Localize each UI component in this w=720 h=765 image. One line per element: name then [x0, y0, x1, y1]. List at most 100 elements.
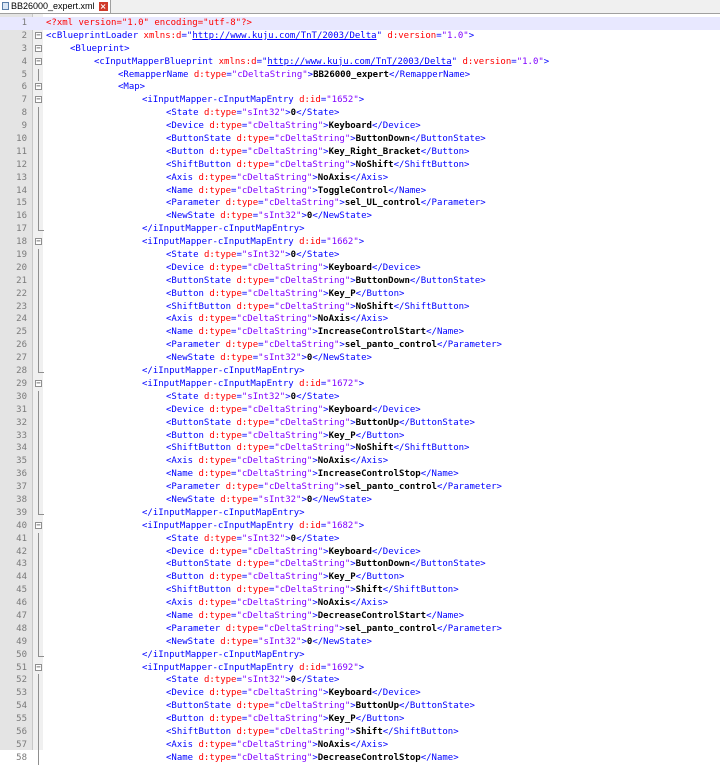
code-line[interactable]: 18− <iInputMapper-cInputMapEntry d:id="16…: [0, 236, 720, 249]
code-line[interactable]: 34 <ShiftButton d:type="cDeltaString">NoS…: [0, 442, 720, 456]
code-line[interactable]: 54 <ButtonState d:type="cDeltaString">But…: [0, 700, 720, 714]
token-val: "cDeltaString": [247, 572, 324, 583]
token-tag: </ShiftButton>: [393, 301, 470, 312]
fold-toggle-icon[interactable]: −: [35, 521, 42, 529]
code-line[interactable]: 11 <Button d:type="cDeltaString">Key_Righ…: [0, 145, 720, 159]
line-number: 48: [16, 623, 27, 634]
code-line[interactable]: 51− <iInputMapper-cInputMapEntry d:id="16…: [0, 662, 720, 675]
code-text: <?xml version="1.0" encoding="utf-8"?>: [46, 17, 252, 30]
fold-toggle-icon[interactable]: −: [35, 663, 42, 671]
code-line[interactable]: 50 </iInputMapper-cInputMapEntry>: [0, 648, 720, 662]
code-line[interactable]: 26 <Parameter d:type="cDeltaString">sel_p…: [0, 339, 720, 353]
file-tab[interactable]: BB26000_expert.xml ×: [0, 0, 111, 13]
line-number: 24: [16, 314, 27, 325]
token-tag: <Name: [166, 327, 199, 338]
code-line[interactable]: 47 <Name d:type="cDeltaString">DecreaseCo…: [0, 609, 720, 623]
code-line[interactable]: 5 <RemapperName d:type="cDeltaString">BB2…: [0, 68, 720, 82]
token-tag: </State>: [296, 391, 340, 402]
code-line[interactable]: 43 <ButtonState d:type="cDeltaString">But…: [0, 558, 720, 572]
code-line[interactable]: 42 <Device d:type="cDeltaString">Keyboard…: [0, 545, 720, 559]
code-line[interactable]: 37 <Parameter d:type="cDeltaString">sel_p…: [0, 481, 720, 494]
code-line[interactable]: 29− <iInputMapper-cInputMapEntry d:id="16…: [0, 378, 720, 391]
code-line[interactable]: 45 <ShiftButton d:type="cDeltaString">Shi…: [0, 584, 720, 598]
code-line[interactable]: 31 <Device d:type="cDeltaString">Keyboard…: [0, 403, 720, 417]
fold-toggle-icon[interactable]: −: [35, 83, 42, 91]
code-line[interactable]: 17 </iInputMapper-cInputMapEntry>: [0, 223, 720, 236]
token-attr: d:type: [209, 262, 242, 273]
token-txt: sel_panto_control: [344, 623, 437, 634]
token-tag: </Device>: [371, 688, 421, 699]
code-text: <State d:type="sInt32">0</State>: [166, 391, 339, 404]
fold-toggle-icon[interactable]: −: [35, 379, 42, 387]
code-line[interactable]: 22 <Button d:type="cDeltaString">Key_P</B…: [0, 287, 720, 301]
code-line[interactable]: 7− <iInputMapper-cInputMapEntry d:id="165…: [0, 94, 720, 107]
code-line[interactable]: 1 <?xml version="1.0" encoding="utf-8"?>: [0, 17, 720, 30]
code-line[interactable]: 8 <State d:type="sInt32">0</State>: [0, 107, 720, 121]
code-line[interactable]: 55 <Button d:type="cDeltaString">Key_P</B…: [0, 713, 720, 726]
code-line[interactable]: 21 <ButtonState d:type="cDeltaString">But…: [0, 274, 720, 288]
code-editor[interactable]: 1 <?xml version="1.0" encoding="utf-8"?> 2…: [0, 14, 720, 765]
token-val: "cDeltaString": [274, 726, 351, 737]
code-line[interactable]: 44 <Button d:type="cDeltaString">Key_P</B…: [0, 571, 720, 585]
code-line[interactable]: 13 <Axis d:type="cDeltaString">NoAxis</Ax…: [0, 171, 720, 185]
code-line[interactable]: 19 <State d:type="sInt32">0</State>: [0, 249, 720, 262]
token-link[interactable]: http://www.kuju.com/TnT/2003/Delta: [192, 31, 376, 41]
token-attr: d:type: [198, 456, 232, 467]
code-line[interactable]: 46 <Axis d:type="cDeltaString">NoAxis</Ax…: [0, 597, 720, 610]
code-line[interactable]: 48 <Parameter d:type="cDeltaString">sel_p…: [0, 622, 720, 636]
token-tag: </NewState>: [312, 211, 372, 222]
line-number: 56: [16, 726, 27, 737]
code-line[interactable]: 24 <Axis d:type="cDeltaString">NoAxis</Ax…: [0, 313, 720, 327]
token-attr: d:type: [203, 675, 237, 686]
code-line[interactable]: 20 <Device d:type="cDeltaString">Keyboard…: [0, 261, 720, 275]
code-line[interactable]: 49 <NewState d:type="sInt32">0</NewState>: [0, 635, 720, 649]
code-line[interactable]: 14 <Name d:type="cDeltaString">ToggleCont…: [0, 184, 720, 198]
code-line[interactable]: 32 <ButtonState d:type="cDeltaString">But…: [0, 416, 720, 430]
code-line[interactable]: 38 <NewState d:type="sInt32">0</NewState>: [0, 493, 720, 507]
token-val: "sInt32": [258, 353, 302, 364]
code-line[interactable]: 52 <State d:type="sInt32">0</State>: [0, 674, 720, 688]
fold-line: [38, 700, 39, 714]
code-line[interactable]: 12 <ShiftButton d:type="cDeltaString">NoS…: [0, 158, 720, 172]
code-line[interactable]: 15 <Parameter d:type="cDeltaString">sel_U…: [0, 197, 720, 211]
code-line[interactable]: 6− <Map>: [0, 81, 720, 94]
token-txt: NoShift: [355, 301, 394, 312]
code-line[interactable]: 41 <State d:type="sInt32">0</State>: [0, 532, 720, 546]
code-line[interactable]: 40− <iInputMapper-cInputMapEntry d:id="16…: [0, 520, 720, 533]
token-val: "sInt32": [241, 391, 286, 402]
fold-toggle-icon[interactable]: −: [35, 238, 42, 246]
fold-toggle-icon[interactable]: −: [35, 44, 42, 52]
fold-toggle-icon[interactable]: −: [35, 31, 42, 39]
token-tag: <Parameter: [166, 482, 226, 493]
fold-toggle-icon[interactable]: −: [35, 96, 42, 104]
token-link[interactable]: http://www.kuju.com/TnT/2003/Delta: [267, 57, 451, 67]
close-tab-icon[interactable]: ×: [98, 2, 108, 11]
code-line[interactable]: 3− <Blueprint>: [0, 43, 720, 56]
code-line[interactable]: 16 <NewState d:type="sInt32">0</NewState>: [0, 210, 720, 224]
code-line[interactable]: 56 <ShiftButton d:type="cDeltaString">Shi…: [0, 725, 720, 739]
code-line[interactable]: 53 <Device d:type="cDeltaString">Keyboard…: [0, 687, 720, 701]
token-attr: d:type: [236, 585, 269, 596]
code-line[interactable]: 58 <Name d:type="cDeltaString">DecreaseCo…: [0, 751, 720, 765]
fold-line: [38, 133, 39, 146]
code-line[interactable]: 2− <cBlueprintLoader xmlns:d="http://www.…: [0, 30, 720, 43]
code-line[interactable]: 25 <Name d:type="cDeltaString">IncreaseCo…: [0, 326, 720, 340]
code-line[interactable]: 35 <Axis d:type="cDeltaString">NoAxis</Ax…: [0, 455, 720, 469]
token-txt: Keyboard: [328, 262, 372, 273]
code-line[interactable]: 36 <Name d:type="cDeltaString">IncreaseCo…: [0, 468, 720, 482]
code-line[interactable]: 33 <Button d:type="cDeltaString">Key_P</B…: [0, 429, 720, 443]
code-line[interactable]: 30 <State d:type="sInt32">0</State>: [0, 390, 720, 404]
code-line[interactable]: 27 <NewState d:type="sInt32">0</NewState>: [0, 352, 720, 366]
code-line[interactable]: 9 <Device d:type="cDeltaString">Keyboard<…: [0, 120, 720, 134]
fold-line: [38, 687, 39, 701]
code-line[interactable]: 23 <ShiftButton d:type="cDeltaString">NoS…: [0, 300, 720, 314]
fold-toggle-icon[interactable]: −: [35, 57, 42, 65]
line-number: 42: [16, 546, 27, 557]
code-text: <Axis d:type="cDeltaString">NoAxis</Axis…: [166, 172, 388, 185]
code-line[interactable]: 39 </iInputMapper-cInputMapEntry>: [0, 506, 720, 520]
code-line[interactable]: 28 </iInputMapper-cInputMapEntry>: [0, 365, 720, 378]
fold-line: [38, 339, 39, 353]
line-number: 10: [16, 134, 27, 145]
code-line[interactable]: 4− <cInputMapperBlueprint xmlns:d="http:/…: [0, 56, 720, 69]
code-line[interactable]: 10 <ButtonState d:type="cDeltaString">But…: [0, 133, 720, 146]
